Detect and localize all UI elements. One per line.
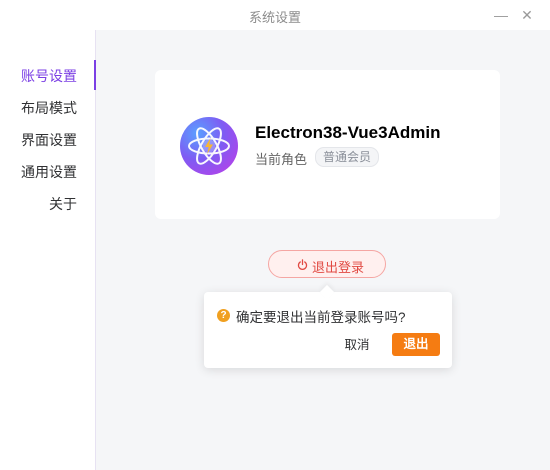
- sidebar-item-account[interactable]: 账号设置: [21, 60, 77, 92]
- window-title: 系统设置: [248, 10, 301, 25]
- title-bar: 系统设置 — ✕: [0, 0, 550, 30]
- sidebar-item-about[interactable]: 关于: [49, 188, 77, 220]
- atom-bolt-logo-icon: [188, 127, 230, 165]
- logout-button[interactable]: 退出登录: [268, 250, 386, 278]
- sidebar-item-general[interactable]: 通用设置: [21, 156, 77, 188]
- settings-sidebar: 账号设置 布局模式 界面设置 通用设置 关于: [0, 30, 96, 470]
- username: Electron38-Vue3Admin: [255, 123, 441, 142]
- sidebar-item-layout[interactable]: 布局模式: [21, 92, 77, 124]
- power-icon: [297, 259, 308, 270]
- role-tag: 普通会员: [315, 147, 380, 167]
- logout-confirm-popover: [204, 292, 452, 368]
- cancel-button[interactable]: 取消: [342, 334, 372, 356]
- role-label: 当前角色: [255, 152, 308, 167]
- close-button[interactable]: ✕: [518, 6, 536, 24]
- sidebar-item-interface[interactable]: 界面设置: [21, 124, 77, 156]
- question-warning-icon: ?: [217, 309, 230, 322]
- minimize-button[interactable]: —: [492, 6, 510, 24]
- logout-label: 退出登录: [312, 260, 365, 275]
- avatar: [180, 117, 238, 175]
- confirm-logout-button[interactable]: 退出: [392, 333, 440, 356]
- confirm-message: 确定要退出当前登录账号吗?: [236, 310, 406, 325]
